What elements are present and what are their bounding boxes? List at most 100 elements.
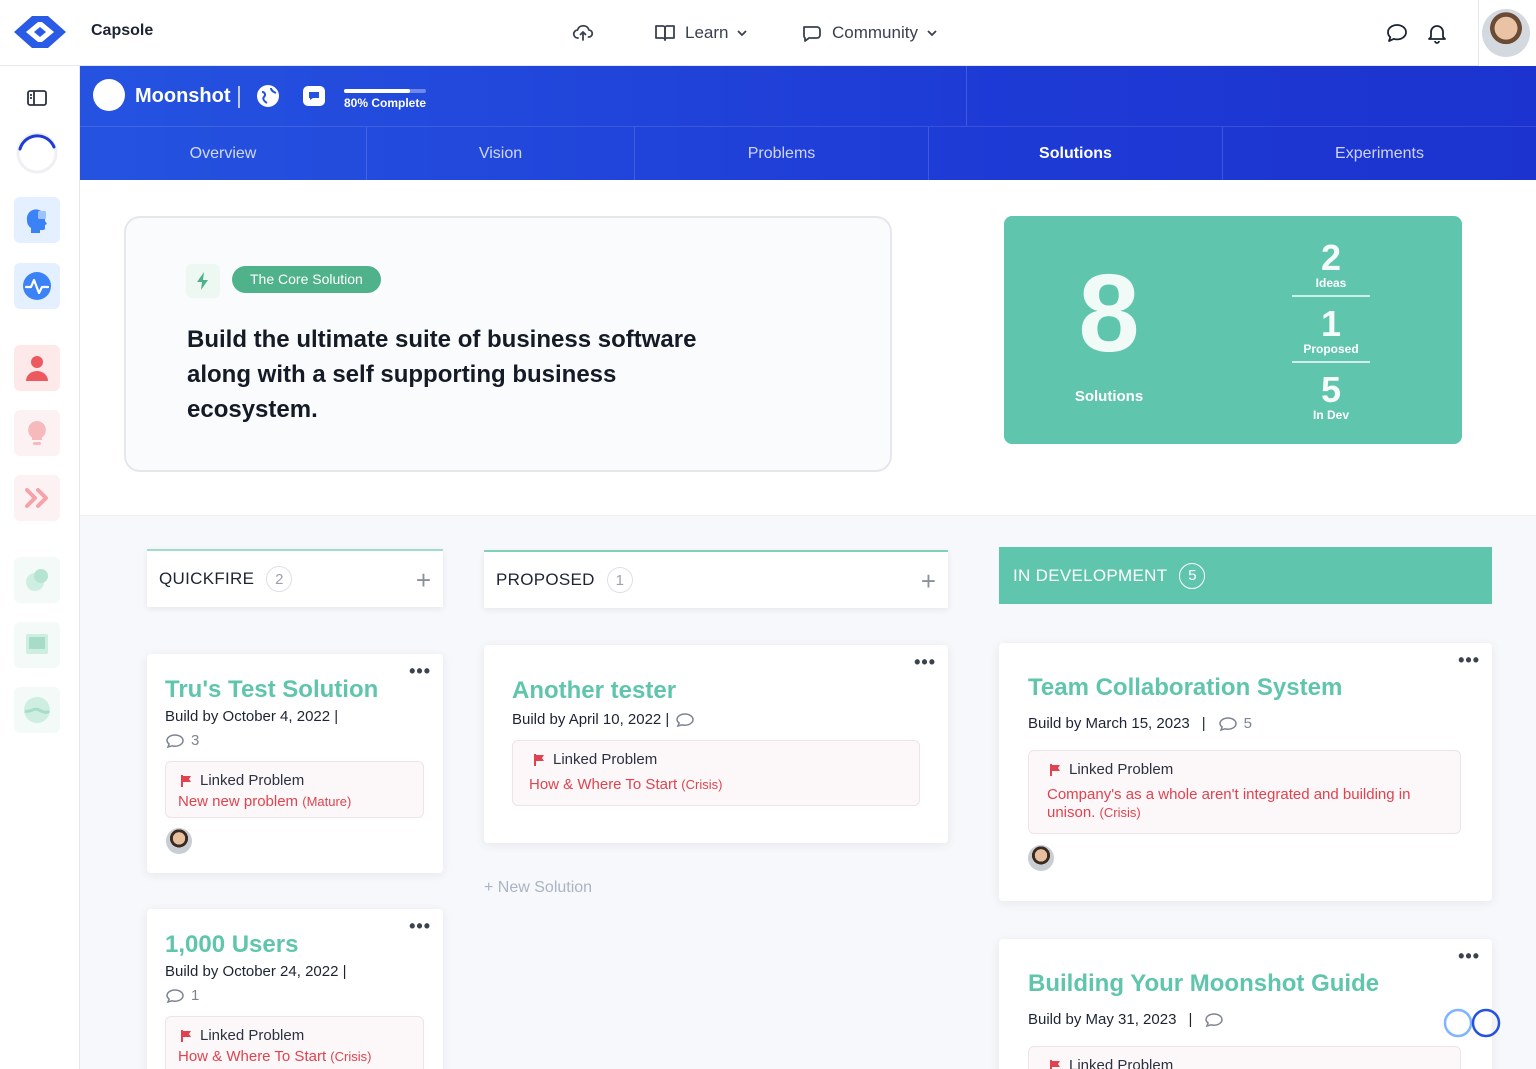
linked-problem-name[interactable]: Company's as a whole aren't integrated a… — [1047, 786, 1447, 822]
proposed-column-header: PROPOSED 1 + — [484, 550, 948, 608]
assignee-avatar[interactable] — [166, 828, 192, 854]
core-solution-text: Build the ultimate suite of business sof… — [187, 326, 697, 423]
more-options-button[interactable]: ••• — [409, 917, 431, 935]
community-menu[interactable]: Community — [800, 21, 938, 45]
chevrons-icon — [25, 488, 48, 508]
linked-problem[interactable]: Linked Problem How & Where To Start (Cri… — [512, 740, 920, 806]
linked-problem-name[interactable]: New new problem (Mature) — [178, 793, 351, 811]
linked-problem[interactable]: Linked Problem Company's as a whole aren… — [1028, 750, 1461, 834]
sidebar-item-moonshot[interactable] — [14, 130, 60, 176]
comment-icon[interactable] — [1218, 716, 1238, 732]
solutions-summary: The Core Solution Build the ultimate sui… — [80, 180, 1536, 516]
header-divider — [238, 86, 240, 108]
stat-proposed: 1 Proposed — [1292, 303, 1370, 357]
sidebar-item-experiments[interactable] — [14, 475, 60, 521]
core-solution-badge: The Core Solution — [232, 266, 381, 293]
tab-problems[interactable]: Problems — [635, 127, 929, 181]
stat-ideas-count: 2 — [1320, 237, 1342, 278]
in-development-column-header: IN DEVELOPMENT 5 — [999, 547, 1492, 604]
more-options-button[interactable]: ••• — [409, 662, 431, 680]
project-avatar[interactable] — [93, 79, 125, 111]
message-icon[interactable] — [1385, 21, 1409, 45]
sidebar-item-growth[interactable] — [14, 557, 60, 603]
linked-problem[interactable]: Linked Problem How & Where To Start (Cri… — [165, 1016, 424, 1069]
add-proposed-button[interactable]: + — [921, 568, 936, 594]
more-options-button[interactable]: ••• — [914, 653, 936, 671]
linked-problem-header: Linked Problem — [180, 772, 304, 789]
tab-overview[interactable]: Overview — [80, 127, 367, 181]
person-icon — [26, 356, 48, 381]
linked-problem[interactable]: Linked Problem New new problem (Mature) — [165, 761, 424, 818]
stat-divider — [1292, 295, 1370, 297]
stat-ideas: 2 Ideas — [1292, 237, 1370, 291]
sidebar-item-customers[interactable] — [14, 345, 60, 391]
solution-card[interactable]: ••• 1,000 Users Build by October 24, 202… — [147, 909, 443, 1069]
build-date: Build by April 10, 2022 | — [512, 711, 695, 728]
globe-icon[interactable] — [256, 84, 280, 108]
sidebar-item-ideas[interactable] — [14, 410, 60, 456]
comments-count[interactable]: 1 — [165, 987, 199, 1004]
user-avatar-button[interactable] — [1478, 0, 1536, 66]
spinner-icon — [16, 132, 58, 174]
bell-icon[interactable] — [1425, 21, 1449, 45]
core-solution-card[interactable]: The Core Solution Build the ultimate sui… — [124, 216, 892, 472]
loading-indicator-icon — [1443, 1008, 1501, 1038]
panel-toggle-icon — [27, 90, 47, 106]
stat-proposed-count: 1 — [1320, 303, 1342, 344]
flag-icon — [181, 1029, 191, 1042]
brain-icon — [26, 209, 47, 233]
build-date-text: Build by March 15, 2023 — [1028, 715, 1190, 732]
comment-icon[interactable] — [1204, 1012, 1224, 1028]
tab-experiments[interactable]: Experiments — [1223, 127, 1536, 181]
flag-icon — [181, 774, 191, 787]
total-solutions-count: 8 — [1078, 252, 1140, 375]
solutions-stats-card: 8 Solutions 2 Ideas 1 Proposed 5 In Dev — [1004, 216, 1462, 444]
solution-title[interactable]: Team Collaboration System — [1028, 674, 1342, 702]
solution-card[interactable]: ••• Team Collaboration System Build by M… — [999, 643, 1492, 901]
brand-name[interactable]: Capsole — [91, 22, 153, 40]
capsole-logo[interactable] — [12, 14, 68, 50]
linked-problem-name[interactable]: How & Where To Start (Crisis) — [178, 1048, 371, 1066]
sidebar-item-vision[interactable] — [14, 197, 60, 243]
total-solutions-label: Solutions — [1074, 388, 1144, 405]
sidebar-item-screen[interactable] — [14, 622, 60, 668]
solution-card[interactable]: ••• Another tester Build by April 10, 20… — [484, 645, 948, 843]
tab-solutions[interactable]: Solutions — [929, 127, 1223, 181]
meta-separator: | — [1201, 715, 1206, 732]
comments-count[interactable]: 3 — [165, 732, 199, 749]
add-quickfire-button[interactable]: + — [416, 567, 431, 593]
learn-menu[interactable]: Learn — [653, 21, 748, 45]
stat-in-dev-count: 5 — [1320, 369, 1342, 410]
linked-problem-name[interactable]: How & Where To Start (Crisis) — [529, 776, 722, 794]
linked-problem-header: Linked Problem — [1049, 761, 1173, 778]
solution-card[interactable]: ••• Building Your Moonshot Guide Build b… — [999, 939, 1492, 1069]
user-avatar — [1482, 9, 1530, 57]
build-date-text: Build by May 31, 2023 — [1028, 1011, 1177, 1028]
solution-title[interactable]: Tru's Test Solution — [165, 676, 378, 704]
new-solution-button[interactable]: + New Solution — [484, 879, 592, 897]
sidebar-item-pulse[interactable] — [14, 263, 60, 309]
solution-title[interactable]: Another tester — [512, 677, 676, 705]
more-options-button[interactable]: ••• — [1458, 651, 1480, 669]
solution-card[interactable]: ••• Tru's Test Solution Build by October… — [147, 654, 443, 873]
blob-icon — [26, 569, 48, 591]
solution-title[interactable]: 1,000 Users — [165, 931, 298, 959]
linked-problem[interactable]: Linked Problem — [1028, 1046, 1461, 1069]
assignee-avatar[interactable] — [1028, 845, 1054, 871]
project-name[interactable]: Moonshot — [135, 85, 231, 108]
linked-problem-label: Linked Problem — [200, 772, 305, 789]
sidebar-item-world[interactable] — [14, 687, 60, 733]
comment-icon[interactable] — [675, 712, 695, 728]
progress-bar — [344, 89, 426, 93]
linked-problem-label: Linked Problem — [553, 751, 658, 768]
progress-fill — [344, 89, 410, 93]
tab-vision[interactable]: Vision — [367, 127, 635, 181]
more-options-button[interactable]: ••• — [1458, 947, 1480, 965]
solution-title[interactable]: Building Your Moonshot Guide — [1028, 970, 1379, 998]
linked-problem-header: Linked Problem — [533, 751, 657, 768]
sidebar-toggle[interactable] — [14, 75, 60, 121]
upload-cloud-icon[interactable] — [571, 21, 595, 45]
build-date: Build by March 15, 2023 | 5 — [1028, 715, 1252, 732]
stat-ideas-label: Ideas — [1315, 276, 1347, 290]
message-square-icon[interactable] — [302, 84, 326, 108]
